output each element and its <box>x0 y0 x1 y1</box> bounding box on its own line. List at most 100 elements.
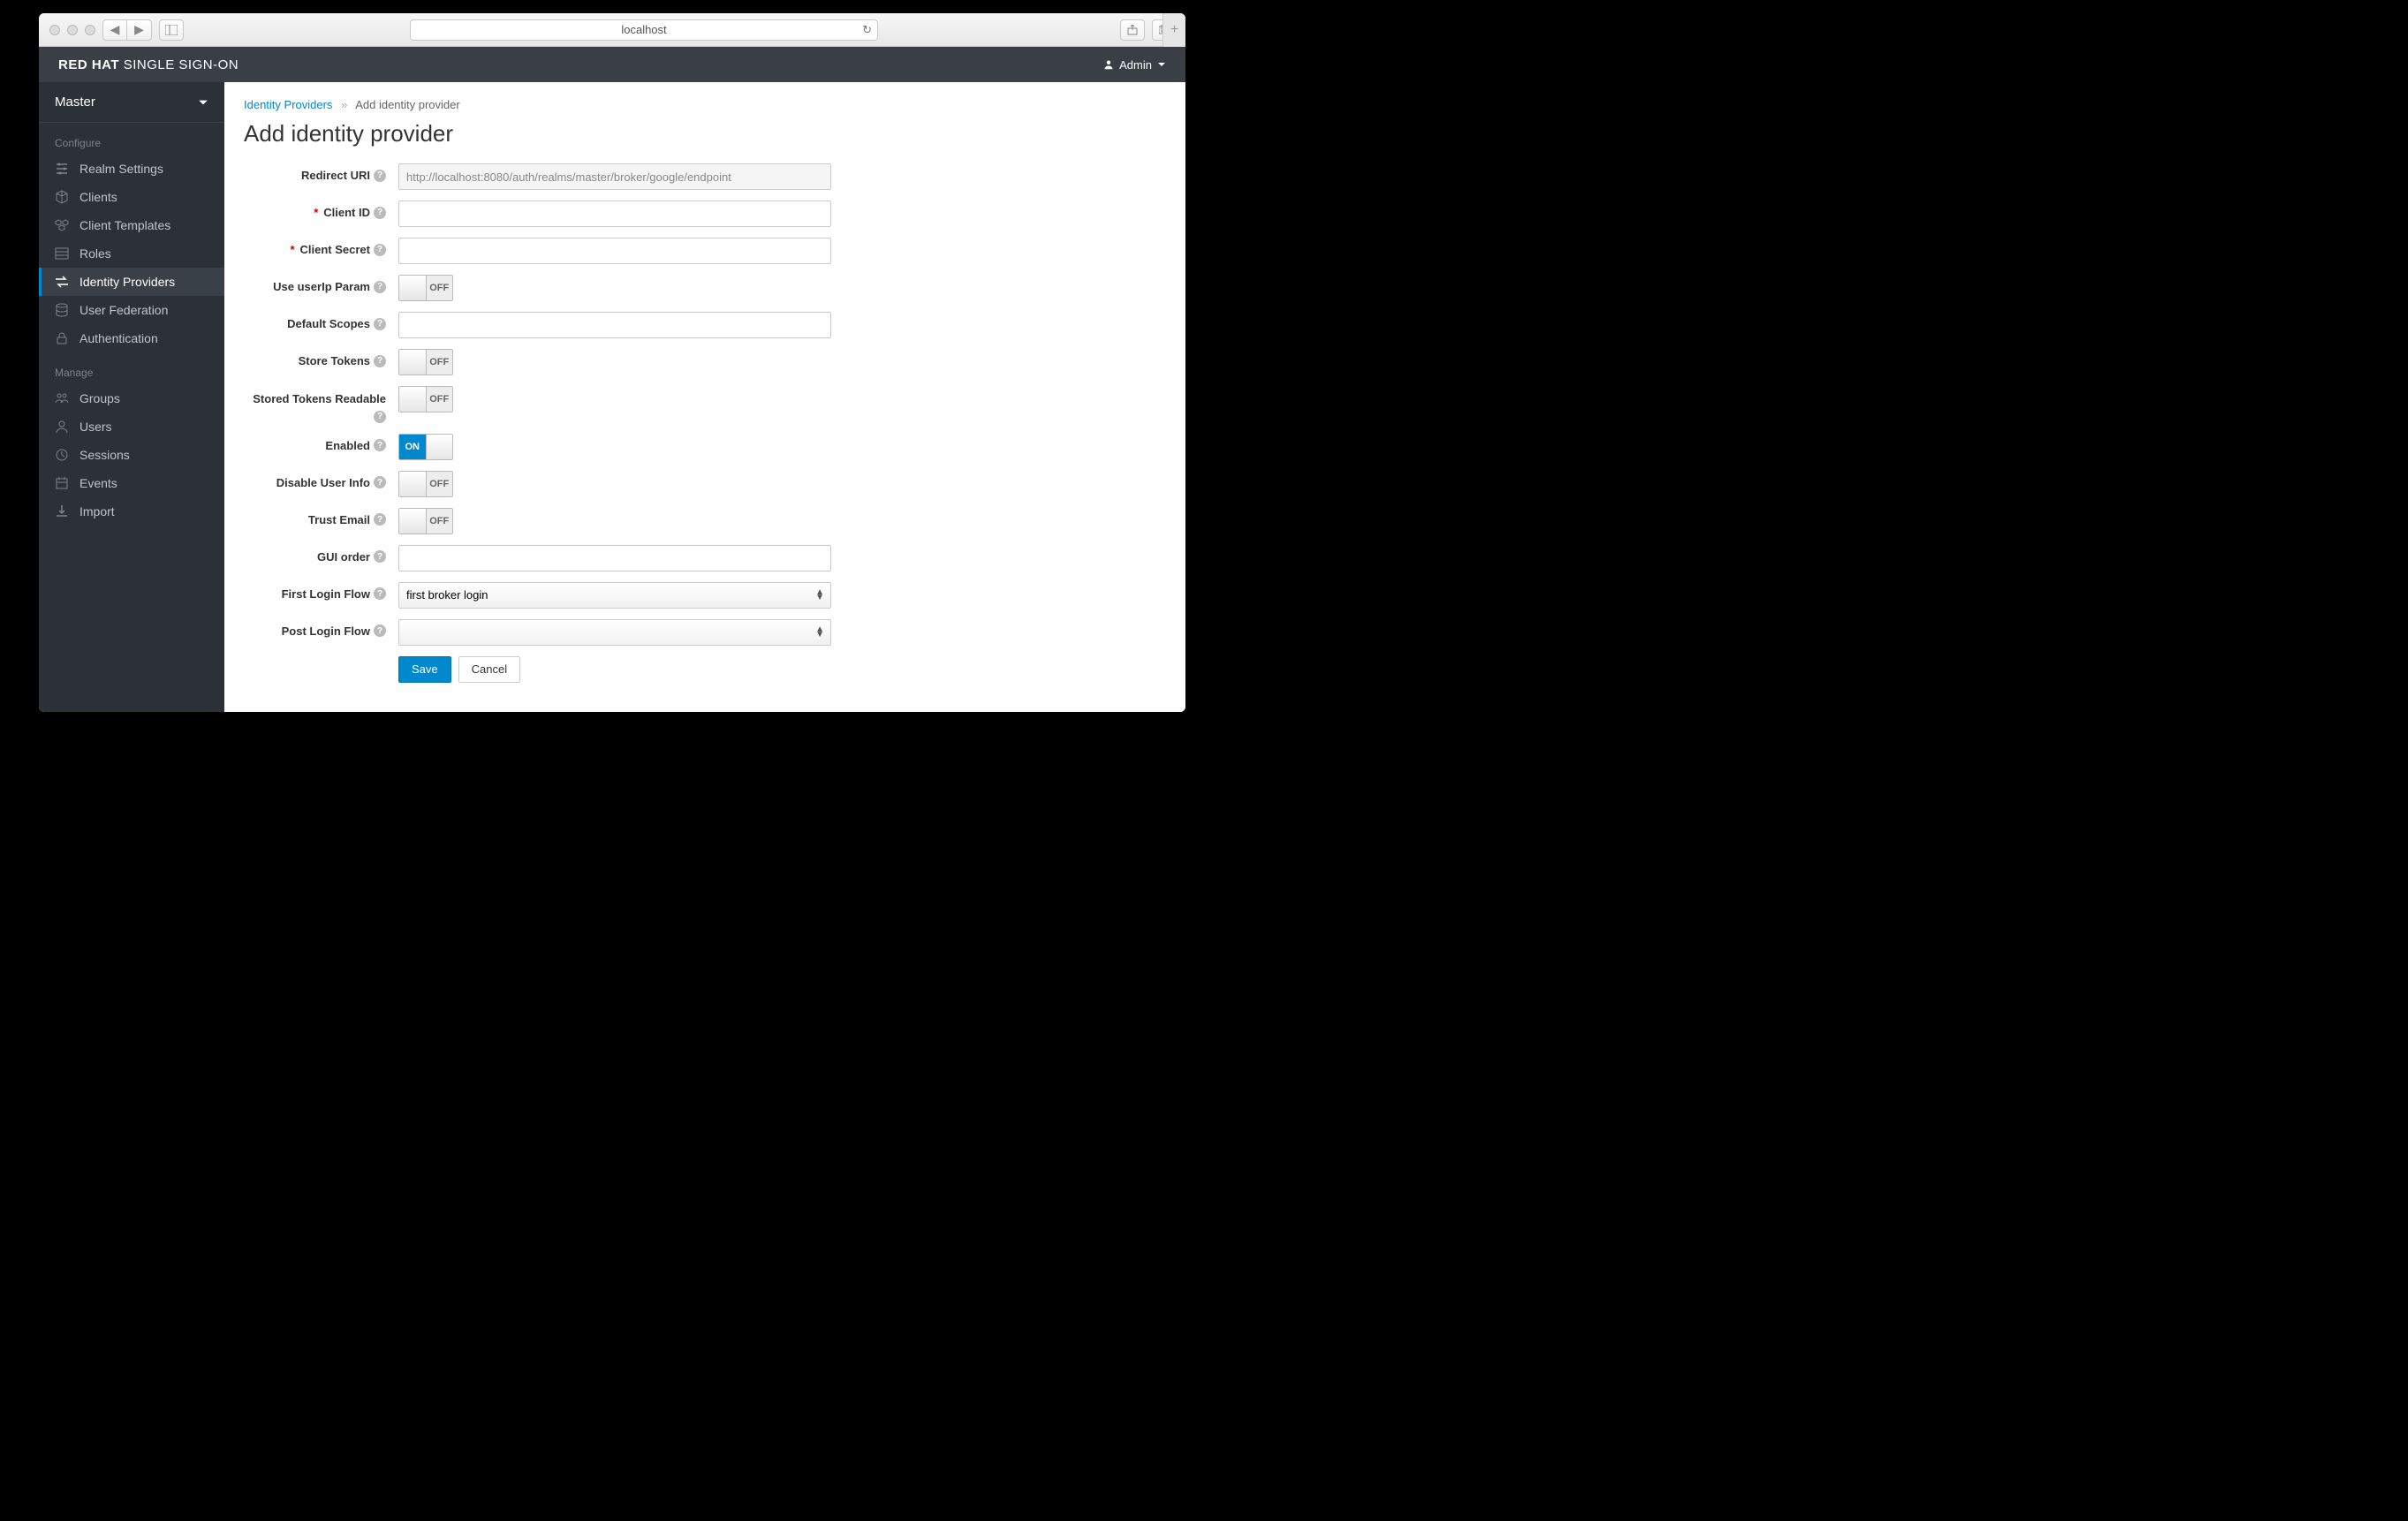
chevron-down-icon <box>1157 60 1166 69</box>
label-client-secret: *Client Secret? <box>244 238 398 256</box>
toggle-disable-user-info[interactable]: OFF <box>398 471 453 497</box>
group-icon <box>55 391 69 405</box>
database-icon <box>55 303 69 317</box>
breadcrumb-current: Add identity provider <box>355 98 460 111</box>
row-use-userip: Use userIp Param? OFF <box>244 275 1166 301</box>
sidebar-item-label: Users <box>80 420 112 434</box>
sidebar-item-label: Roles <box>80 246 111 261</box>
sidebar-item-roles[interactable]: Roles <box>39 239 224 268</box>
label-use-userip: Use userIp Param? <box>244 275 398 293</box>
breadcrumb: Identity Providers » Add identity provid… <box>244 98 1166 111</box>
row-stored-tokens-readable: Stored Tokens Readable? OFF <box>244 386 1166 423</box>
realm-selector[interactable]: Master <box>39 82 224 123</box>
sidebar-item-sessions[interactable]: Sessions <box>39 441 224 469</box>
input-redirect-uri[interactable] <box>398 163 831 190</box>
user-name: Admin <box>1119 58 1152 72</box>
sidebar-item-label: User Federation <box>80 303 168 317</box>
toggle-enabled[interactable]: ON <box>398 434 453 460</box>
help-icon[interactable]: ? <box>374 476 386 488</box>
sidebar-section-manage: Manage <box>39 352 224 384</box>
select-first-login-flow[interactable]: first broker login <box>398 582 831 609</box>
help-icon[interactable]: ? <box>374 170 386 182</box>
help-icon[interactable]: ? <box>374 281 386 293</box>
sidebar-item-import[interactable]: Import <box>39 497 224 526</box>
url-text: localhost <box>621 23 666 36</box>
import-icon <box>55 504 69 518</box>
sidebar-item-label: Client Templates <box>80 218 170 232</box>
zoom-dot[interactable] <box>85 25 95 35</box>
row-disable-user-info: Disable User Info? OFF <box>244 471 1166 497</box>
label-store-tokens: Store Tokens? <box>244 349 398 367</box>
sidebar-item-user-federation[interactable]: User Federation <box>39 296 224 324</box>
select-post-login-flow[interactable] <box>398 619 831 646</box>
sidebar-item-users[interactable]: Users <box>39 412 224 441</box>
toggle-use-userip[interactable]: OFF <box>398 275 453 301</box>
help-icon[interactable]: ? <box>374 355 386 367</box>
toggle-trust-email[interactable]: OFF <box>398 508 453 534</box>
label-default-scopes: Default Scopes? <box>244 312 398 330</box>
sidebar-item-authentication[interactable]: Authentication <box>39 324 224 352</box>
help-icon[interactable]: ? <box>374 244 386 256</box>
sidebar-item-client-templates[interactable]: Client Templates <box>39 211 224 239</box>
input-gui-order[interactable] <box>398 545 831 571</box>
row-default-scopes: Default Scopes? <box>244 312 1166 338</box>
help-icon[interactable]: ? <box>374 207 386 219</box>
help-icon[interactable]: ? <box>374 587 386 600</box>
lock-icon <box>55 331 69 345</box>
browser-chrome: ◀ ▶ localhost ↻ + <box>39 13 1185 47</box>
reload-icon[interactable]: ↻ <box>862 23 872 37</box>
sidebar-item-identity-providers[interactable]: Identity Providers <box>39 268 224 296</box>
browser-window: ◀ ▶ localhost ↻ + RED HAT SINGLE SIGN-ON <box>39 13 1185 712</box>
input-default-scopes[interactable] <box>398 312 831 338</box>
input-client-secret[interactable] <box>398 238 831 264</box>
label-gui-order: GUI order? <box>244 545 398 564</box>
row-store-tokens: Store Tokens? OFF <box>244 349 1166 375</box>
sidebar-item-groups[interactable]: Groups <box>39 384 224 412</box>
brand: RED HAT SINGLE SIGN-ON <box>58 57 239 72</box>
share-button[interactable] <box>1120 19 1145 41</box>
toggle-stored-tokens-readable[interactable]: OFF <box>398 386 453 412</box>
sidebar-item-label: Realm Settings <box>80 162 163 176</box>
user-menu[interactable]: Admin <box>1103 58 1166 72</box>
url-bar[interactable]: localhost ↻ <box>410 19 878 41</box>
chevron-down-icon <box>198 97 208 108</box>
new-tab-button[interactable]: + <box>1162 13 1185 47</box>
row-post-login-flow: Post Login Flow? ▲▼ <box>244 619 1166 646</box>
help-icon[interactable]: ? <box>374 411 386 423</box>
help-icon[interactable]: ? <box>374 318 386 330</box>
brand-rest: SINGLE SIGN-ON <box>119 57 239 72</box>
help-icon[interactable]: ? <box>374 439 386 451</box>
help-icon[interactable]: ? <box>374 550 386 563</box>
sidebar-item-events[interactable]: Events <box>39 469 224 497</box>
calendar-icon <box>55 476 69 490</box>
sidebar-item-realm-settings[interactable]: Realm Settings <box>39 155 224 183</box>
breadcrumb-root[interactable]: Identity Providers <box>244 98 332 111</box>
label-trust-email: Trust Email? <box>244 508 398 526</box>
sidebar-item-clients[interactable]: Clients <box>39 183 224 211</box>
close-dot[interactable] <box>49 25 60 35</box>
save-button[interactable]: Save <box>398 656 451 683</box>
content: Identity Providers » Add identity provid… <box>224 82 1185 712</box>
label-stored-tokens-readable: Stored Tokens Readable? <box>244 386 398 423</box>
forward-button[interactable]: ▶ <box>127 19 152 41</box>
sidebar-item-label: Groups <box>80 391 120 405</box>
row-redirect-uri: Redirect URI? <box>244 163 1166 190</box>
label-enabled: Enabled? <box>244 434 398 452</box>
input-client-id[interactable] <box>398 201 831 227</box>
user-icon <box>1103 59 1114 70</box>
help-icon[interactable]: ? <box>374 624 386 637</box>
help-icon[interactable]: ? <box>374 513 386 526</box>
breadcrumb-sep: » <box>336 98 352 111</box>
sidebar-toggle-button[interactable] <box>159 19 184 41</box>
minimize-dot[interactable] <box>67 25 78 35</box>
toggle-store-tokens[interactable]: OFF <box>398 349 453 375</box>
label-post-login-flow: Post Login Flow? <box>244 619 398 638</box>
cancel-button[interactable]: Cancel <box>458 656 520 683</box>
traffic-lights <box>49 25 95 35</box>
nav-back-forward: ◀ ▶ <box>102 19 152 41</box>
exchange-icon <box>55 275 69 289</box>
app: RED HAT SINGLE SIGN-ON Admin Master Conf… <box>39 47 1185 712</box>
cube-icon <box>55 190 69 204</box>
sidebar: Master Configure Realm Settings Clients … <box>39 82 224 712</box>
back-button[interactable]: ◀ <box>102 19 127 41</box>
